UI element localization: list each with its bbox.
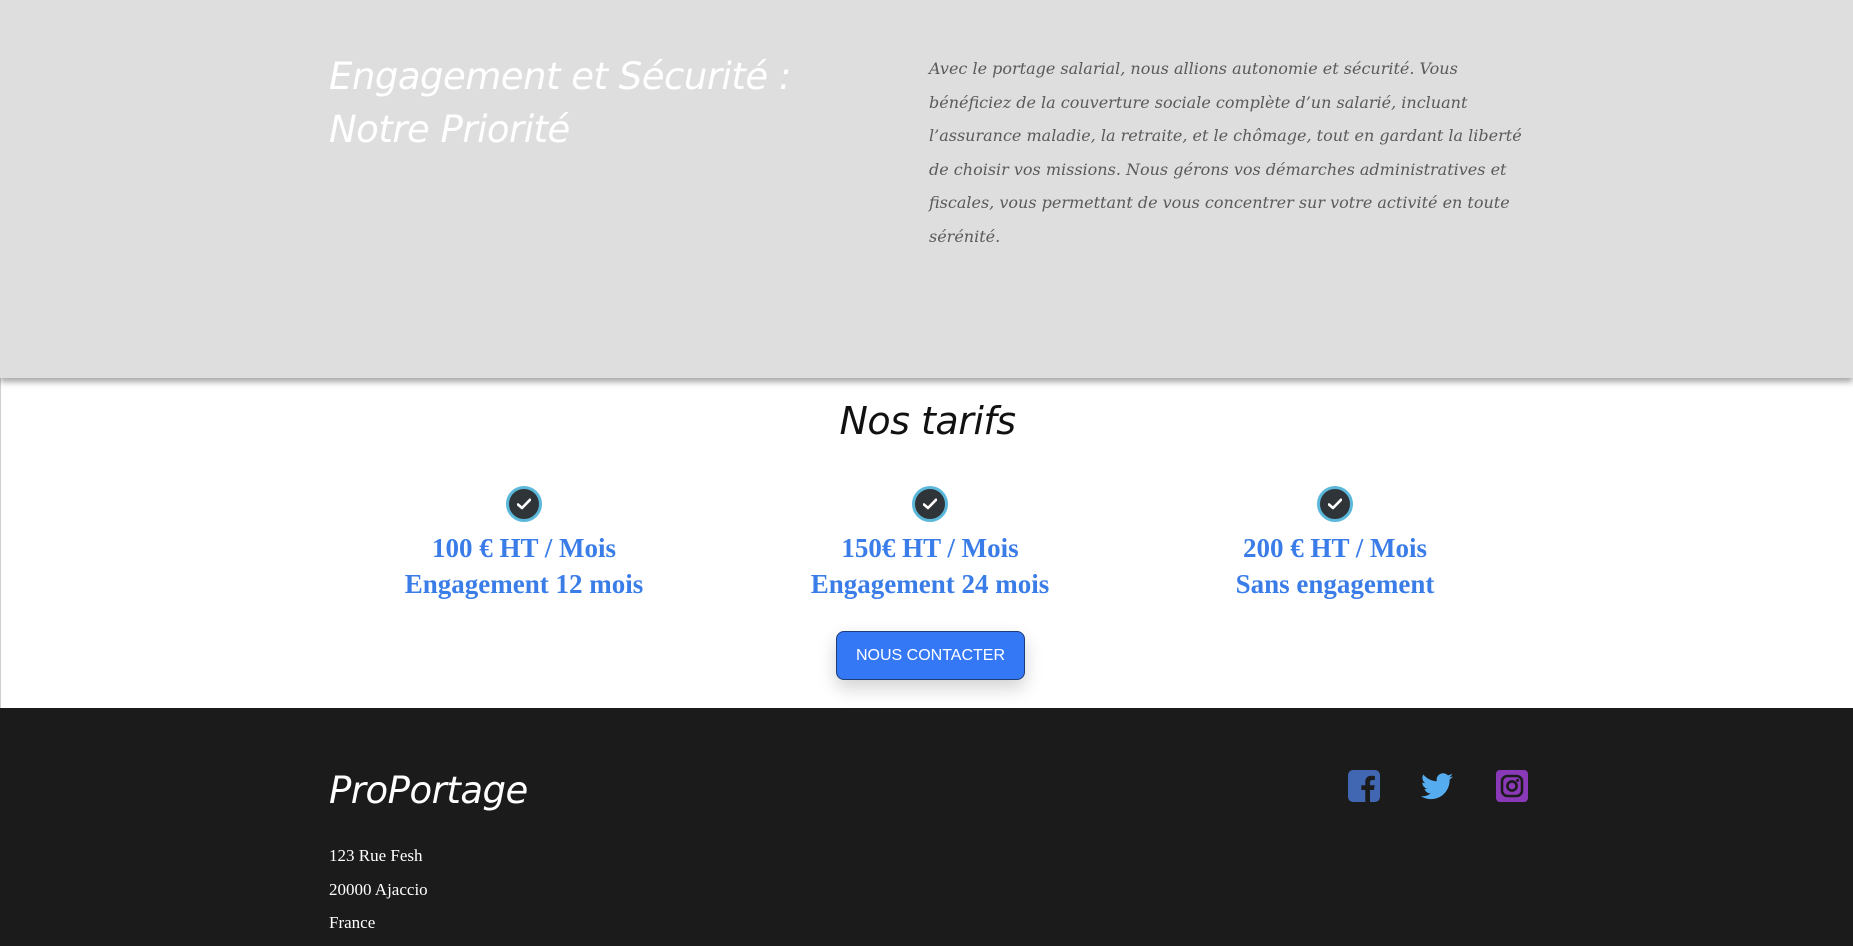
plan-card: 150€ HT / Mois Engagement 24 mois [750, 486, 1110, 602]
footer: ProPortage 123 Rue Fesh 20000 Ajaccio Fr… [0, 708, 1853, 946]
engagement-text: Avec le portage salarial, nous allions a… [929, 59, 1522, 246]
engagement-title: Engagement et Sécurité : Notre Priorité [329, 55, 791, 151]
plan-card: 200 € HT / Mois Sans engagement [1155, 486, 1515, 602]
plan-text: 200 € HT / Mois Sans engagement [1155, 530, 1515, 602]
plan-price: 150€ HT / Mois [841, 533, 1019, 563]
twitter-icon [1421, 773, 1453, 800]
check-circle-icon [1317, 486, 1353, 522]
address-street: 123 Rue Fesh [329, 846, 423, 865]
check-circle-icon [506, 486, 542, 522]
plan-text: 100 € HT / Mois Engagement 12 mois [344, 530, 704, 602]
instagram-icon [1496, 770, 1528, 802]
plan-text: 150€ HT / Mois Engagement 24 mois [750, 530, 1110, 602]
footer-brand: ProPortage [329, 769, 528, 812]
tarifs-title: Nos tarifs [839, 399, 1016, 443]
facebook-link[interactable] [1346, 768, 1382, 804]
plan-price: 200 € HT / Mois [1242, 533, 1428, 563]
tarifs-section: Nos tarifs 100 € HT / Mois Engagement 12… [0, 378, 1853, 708]
engagement-section: Engagement et Sécurité : Notre Priorité … [0, 0, 1853, 378]
plan-term: Engagement 24 mois [810, 569, 1050, 599]
address-country: France [329, 913, 376, 932]
plan-term: Engagement 12 mois [404, 569, 644, 599]
instagram-link[interactable] [1494, 768, 1530, 804]
contact-button[interactable]: NOUS CONTACTER [836, 631, 1025, 680]
footer-address: 123 Rue Fesh 20000 Ajaccio France [329, 839, 428, 940]
facebook-icon [1348, 770, 1380, 802]
plan-card: 100 € HT / Mois Engagement 12 mois [344, 486, 704, 602]
address-city: 20000 Ajaccio [329, 879, 428, 899]
check-circle-icon [912, 486, 948, 522]
plan-price: 100 € HT / Mois [431, 533, 617, 563]
twitter-link[interactable] [1419, 768, 1455, 804]
plan-term: Sans engagement [1235, 569, 1435, 599]
